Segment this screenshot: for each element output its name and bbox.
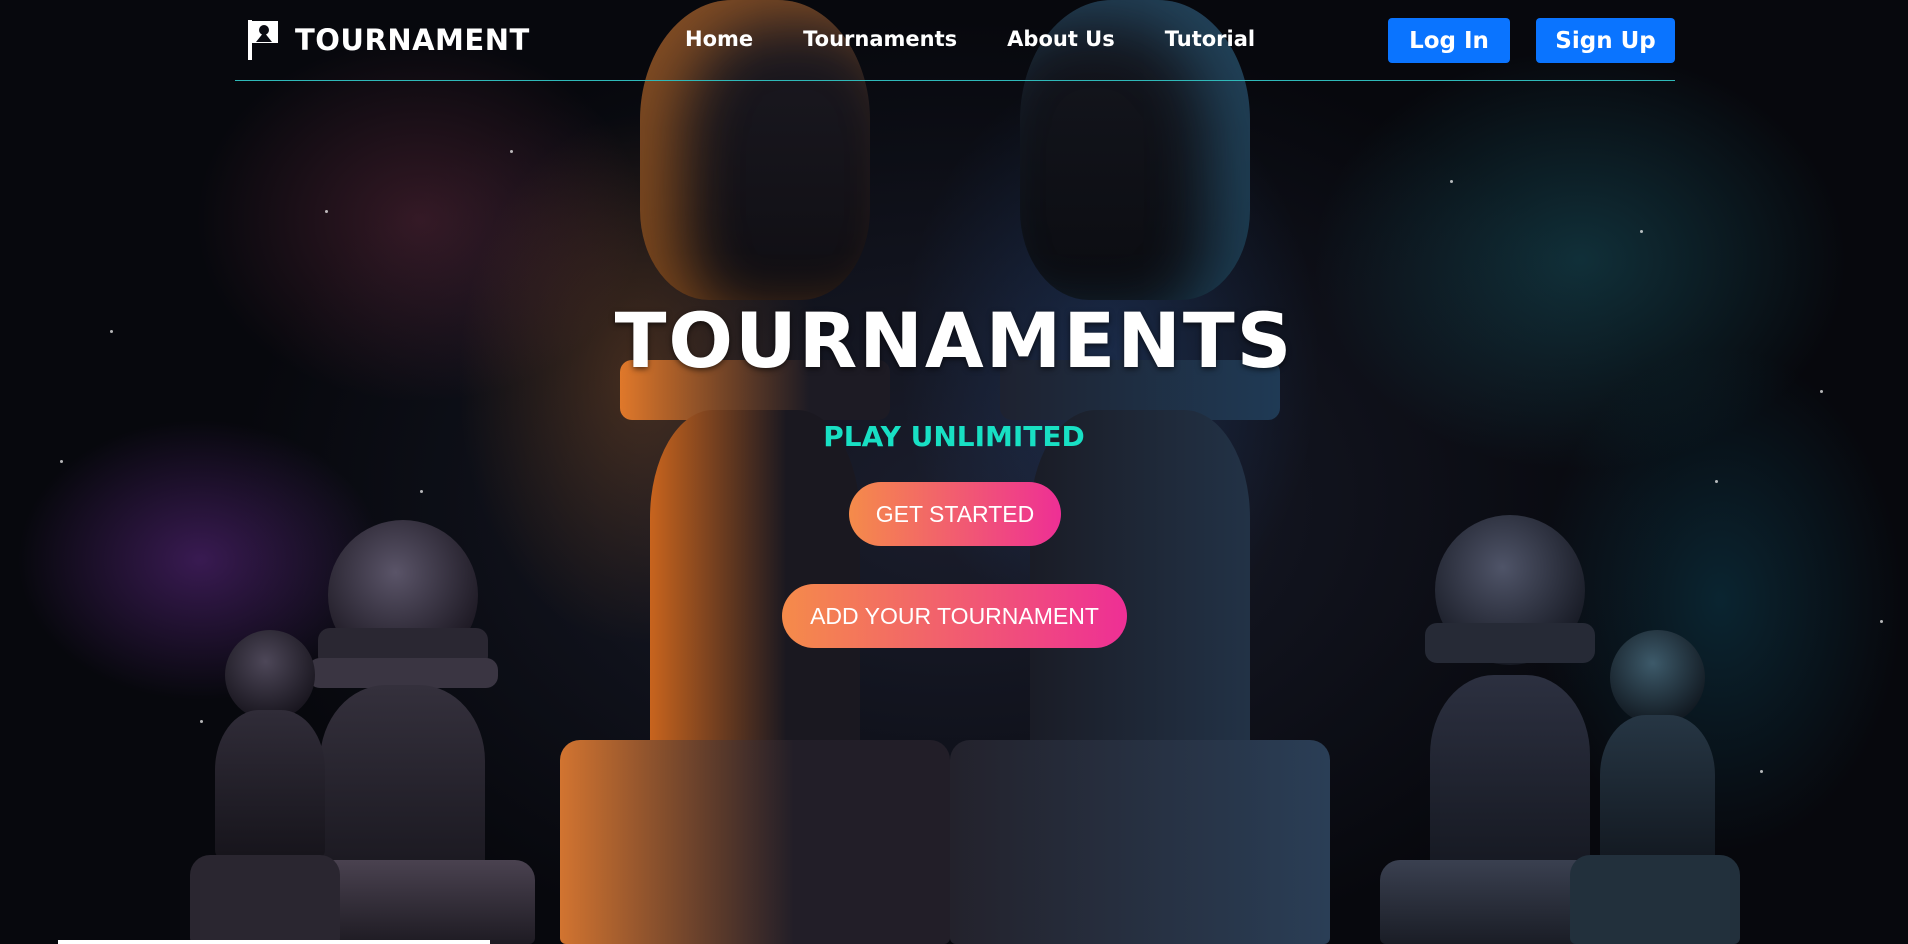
- horizontal-scrollbar[interactable]: [58, 940, 490, 944]
- page: TOURNAMENT Home Tournaments About Us Tut…: [0, 0, 1908, 944]
- left-king-image: [560, 0, 950, 944]
- flag-icon: [248, 20, 278, 60]
- login-button[interactable]: Log In: [1388, 18, 1510, 63]
- hero-title: TOURNAMENTS: [614, 296, 1294, 385]
- brand-name: TOURNAMENT: [295, 23, 530, 57]
- nav-home-link[interactable]: Home: [685, 27, 753, 51]
- far-left-pawn-image: [190, 630, 340, 944]
- signup-button[interactable]: Sign Up: [1536, 18, 1675, 63]
- brand-logo[interactable]: TOURNAMENT: [245, 18, 530, 62]
- far-right-pawn-image: [1570, 630, 1740, 944]
- right-king-image: [950, 0, 1330, 944]
- hero-subtitle: PLAY UNLIMITED: [823, 420, 1085, 453]
- main-nav: Home Tournaments About Us Tutorial: [685, 27, 1255, 51]
- nav-about-us-link[interactable]: About Us: [1007, 27, 1115, 51]
- site-header: TOURNAMENT Home Tournaments About Us Tut…: [235, 0, 1675, 81]
- nav-tutorial-link[interactable]: Tutorial: [1165, 27, 1255, 51]
- get-started-button[interactable]: GET STARTED: [849, 482, 1061, 546]
- add-tournament-button[interactable]: ADD YOUR TOURNAMENT: [782, 584, 1127, 648]
- nav-tournaments-link[interactable]: Tournaments: [803, 27, 957, 51]
- auth-buttons: Log In Sign Up: [1388, 18, 1675, 63]
